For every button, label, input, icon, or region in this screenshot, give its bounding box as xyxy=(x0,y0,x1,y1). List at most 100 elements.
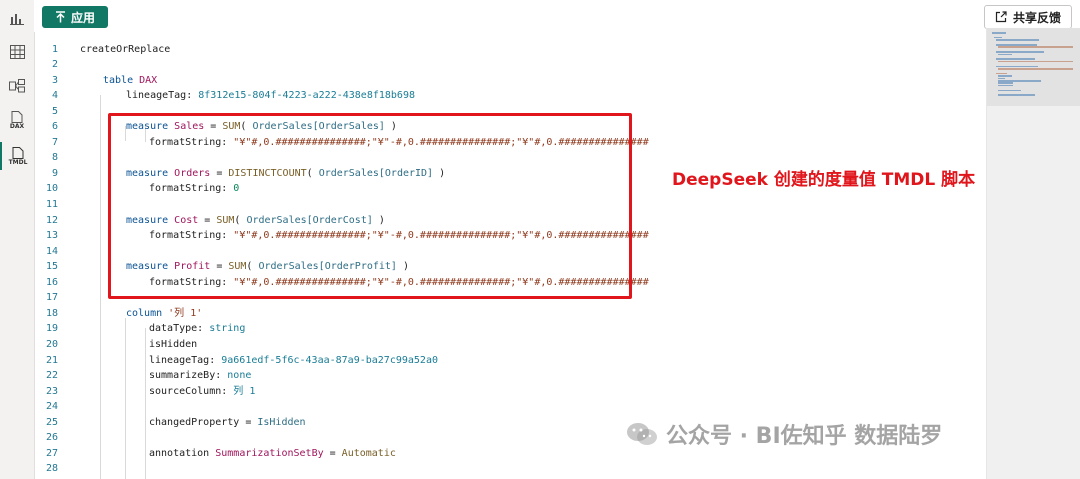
code-text: createOrReplace xyxy=(80,42,170,58)
code-token: createOrReplace xyxy=(80,43,171,55)
line-number: 5 xyxy=(51,105,58,117)
code-token: IsHidden xyxy=(257,416,306,428)
minimap-line xyxy=(994,36,1003,39)
tmdl-tag: TMDL xyxy=(8,158,28,166)
minimap-line xyxy=(996,44,1037,46)
minimap-line xyxy=(996,39,1040,41)
line-number: 23 xyxy=(45,385,58,397)
arrow-up-icon xyxy=(55,11,65,23)
code-token: DAX xyxy=(139,74,158,86)
code-text: sourceColumn: 列 1 xyxy=(149,384,255,400)
code-text: table DAX xyxy=(103,73,157,89)
dax-query-view-button[interactable]: DAX xyxy=(2,106,32,134)
minimap-line xyxy=(998,77,1006,80)
minimap-line xyxy=(998,75,1013,77)
code-line: 23 sourceColumn: 列 1 xyxy=(34,384,984,400)
minimap-line xyxy=(998,80,1042,82)
share-feedback-label: 共享反馈 xyxy=(1012,10,1061,25)
line-number: 6 xyxy=(51,121,58,133)
report-view-button[interactable] xyxy=(2,4,32,32)
line-number: 25 xyxy=(45,416,58,428)
line-number: 3 xyxy=(51,74,58,86)
code-line: 21 lineageTag: 9a661edf-5f6c-43aa-87a9-ba… xyxy=(34,353,984,369)
code-token: sourceColumn: xyxy=(149,385,234,397)
line-number: 18 xyxy=(45,307,58,319)
code-token: 8f312e15-804f-4223-a222-438e8f18b698 xyxy=(198,90,415,102)
code-line: 3 table DAX xyxy=(34,73,984,89)
code-line: 18 column '列 1' xyxy=(34,306,984,322)
code-line: 20 isHidden xyxy=(34,337,984,353)
minimap-line xyxy=(992,32,1006,34)
line-number: 1 xyxy=(51,43,58,55)
minimap-line xyxy=(998,53,1012,56)
code-line: 1 createOrReplace xyxy=(34,42,984,58)
code-token: annotation xyxy=(149,447,216,459)
code-text: lineageTag: 9a661edf-5f6c-43aa-87a9-ba27… xyxy=(149,353,438,369)
code-text: dataType: string xyxy=(149,321,245,337)
code-token: = xyxy=(323,447,342,459)
line-number: 4 xyxy=(51,90,58,102)
code-text: changedProperty = IsHidden xyxy=(149,415,306,431)
minimap-line xyxy=(998,94,1035,96)
code-token: table xyxy=(103,74,140,86)
minimap-line xyxy=(998,46,1073,48)
dax-file-icon xyxy=(11,110,23,123)
line-number: 21 xyxy=(45,354,58,366)
code-token: dataType: xyxy=(149,323,210,335)
minimap-line xyxy=(996,72,1007,75)
line-number: 22 xyxy=(45,370,58,382)
code-token: '列 1' xyxy=(168,307,203,319)
code-line: 24 xyxy=(34,399,984,415)
line-number: 14 xyxy=(45,245,58,257)
code-token: column xyxy=(126,307,169,319)
tmdl-view-button[interactable]: TMDL xyxy=(0,142,34,170)
line-number: 9 xyxy=(51,167,58,179)
model-icon xyxy=(9,79,25,93)
table-grid-icon xyxy=(9,45,25,59)
model-view-button[interactable] xyxy=(2,72,32,100)
line-number: 13 xyxy=(45,230,58,242)
code-line: 22 summarizeBy: none xyxy=(34,368,984,384)
code-token: 列 1 xyxy=(233,385,256,397)
watermark: 公众号 · BI佐知乎 数据陆罗 xyxy=(626,418,942,450)
code-token: lineageTag: xyxy=(149,354,222,366)
minimap-line xyxy=(996,65,1039,68)
line-number: 10 xyxy=(45,183,58,195)
view-rail: DAX TMDL xyxy=(0,0,35,479)
code-line: 19 dataType: string xyxy=(34,321,984,337)
code-minimap[interactable] xyxy=(986,28,1080,479)
minimap-line xyxy=(998,60,1073,63)
line-number: 11 xyxy=(45,199,58,210)
minimap-line xyxy=(998,68,1073,70)
line-number: 8 xyxy=(51,152,58,164)
wechat-icon xyxy=(627,423,657,445)
code-line: 28 xyxy=(34,461,984,477)
minimap-line xyxy=(998,89,1022,92)
code-token: lineageTag: xyxy=(126,90,199,102)
minimap-line xyxy=(996,51,1044,53)
code-token: string xyxy=(209,323,246,335)
apply-button[interactable]: 应用 xyxy=(42,6,108,28)
code-token: none xyxy=(227,370,252,382)
line-number: 7 xyxy=(51,136,58,148)
line-number: 26 xyxy=(45,432,58,444)
line-number: 28 xyxy=(45,463,58,475)
line-number: 15 xyxy=(45,261,58,273)
code-token: summarizeBy: xyxy=(149,370,228,382)
apply-label: 应用 xyxy=(70,10,95,25)
table-view-button[interactable] xyxy=(2,38,32,66)
code-text: annotation SummarizationSetBy = Automati… xyxy=(149,446,396,462)
code-text: isHidden xyxy=(149,337,197,353)
code-line: 2 xyxy=(34,57,984,73)
line-number: 24 xyxy=(45,401,58,413)
minimap-line xyxy=(996,58,1035,60)
code-token: SummarizationSetBy xyxy=(215,447,324,459)
code-token: 9a661edf-5f6c-43aa-87a9-ba27c99a52a0 xyxy=(221,354,438,366)
code-line: 4 lineageTag: 8f312e15-804f-4223-a222-438… xyxy=(34,88,984,104)
bar-chart-icon xyxy=(10,14,24,25)
code-token: isHidden xyxy=(149,338,198,350)
code-token: Automatic xyxy=(341,447,396,459)
code-text: summarizeBy: none xyxy=(149,368,251,384)
share-feedback-button[interactable]: 共享反馈 xyxy=(984,5,1072,29)
line-number: 16 xyxy=(45,276,58,288)
